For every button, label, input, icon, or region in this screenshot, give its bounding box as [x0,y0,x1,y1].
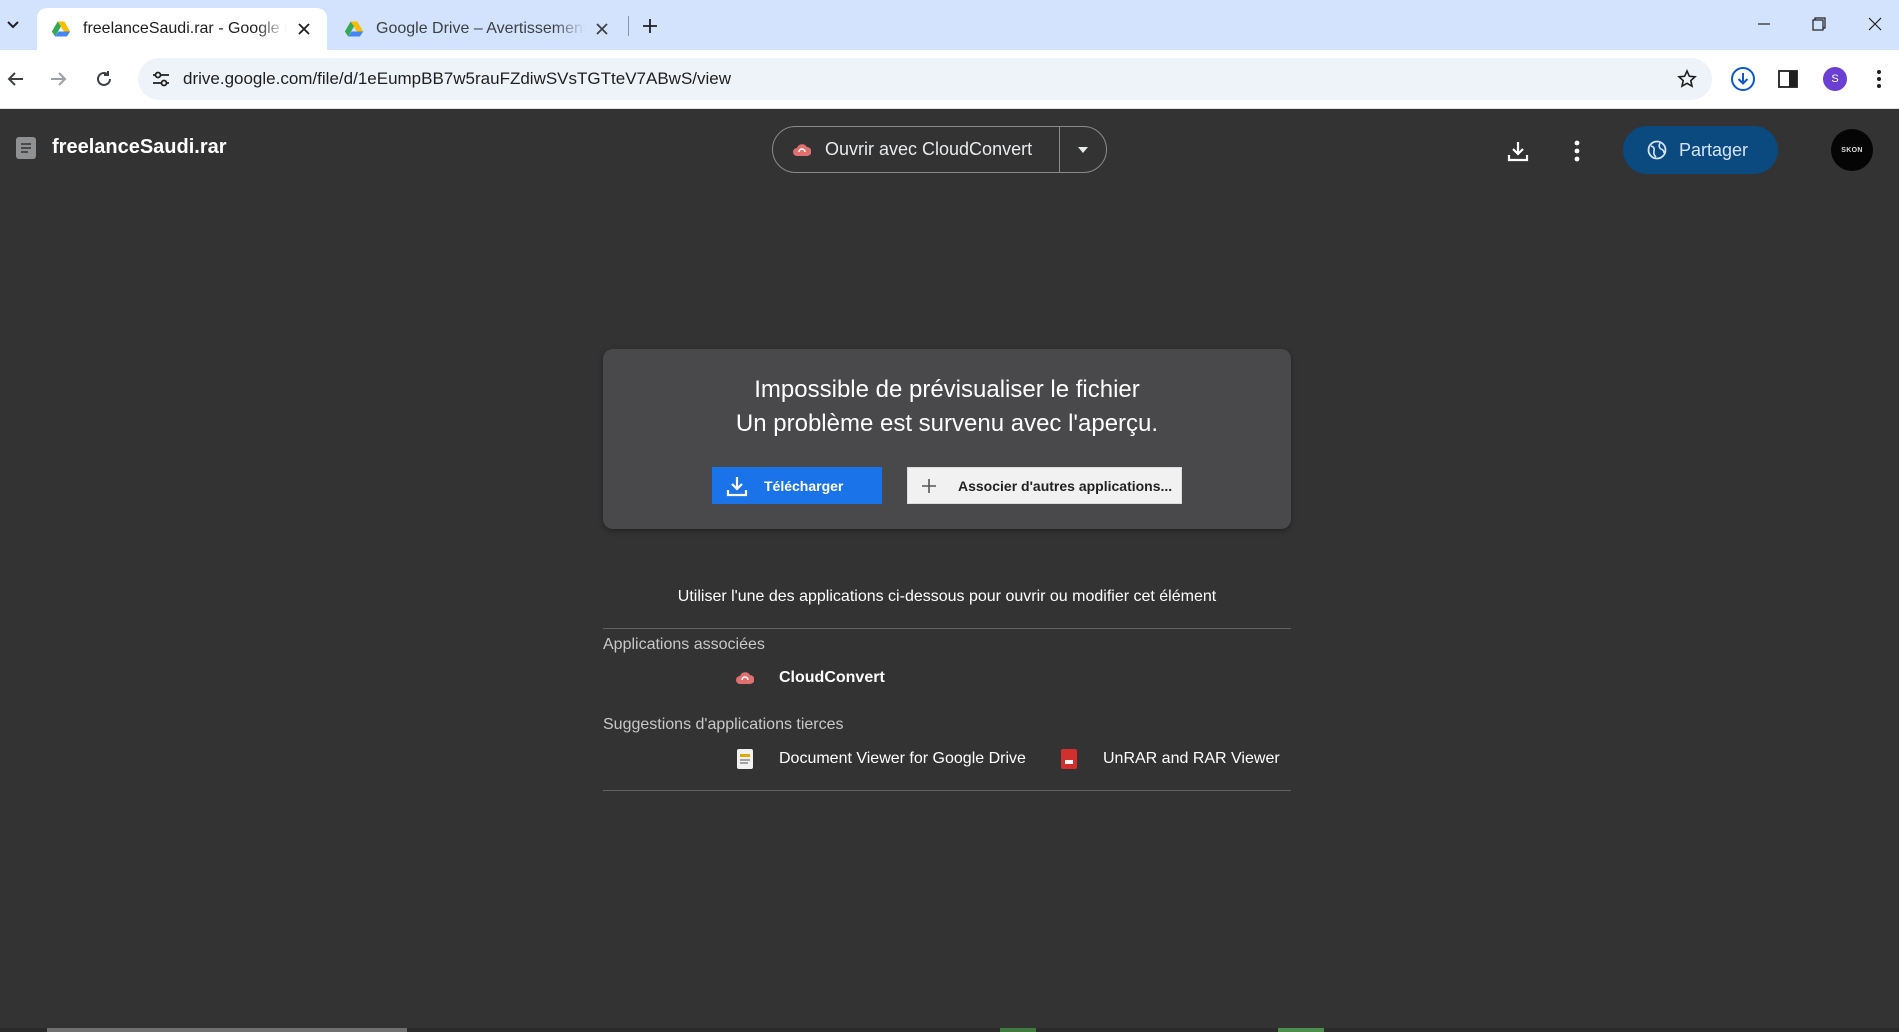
google-drive-icon [51,21,71,37]
drive-viewer-header: freelanceSaudi.rar Ouvrir avec CloudConv… [0,109,1899,189]
cloudconvert-icon [793,143,811,156]
forward-arrow-icon[interactable] [42,63,74,95]
taskbar-edge [0,1028,1899,1032]
downloads-icon[interactable] [1727,63,1759,95]
app-item-document-viewer[interactable]: Document Viewer for Google Drive [735,749,1026,769]
associate-apps-button[interactable]: Associer d'autres applications... [907,467,1182,504]
taskbar-segment [47,1028,407,1032]
google-drive-icon [344,21,364,37]
file-name-title: freelanceSaudi.rar [52,136,227,158]
browser-tab-strip: freelanceSaudi.rar - Google Drive Google… [0,0,1899,50]
taskbar-segment [1000,1028,1036,1032]
tab-title: Google Drive – Avertissement de [376,20,585,37]
side-panel-icon[interactable] [1772,63,1804,95]
url-text: drive.google.com/file/d/1eEumpBB7w5rauFZ… [183,69,732,88]
minimize-icon[interactable] [1742,6,1786,42]
app-name: Document Viewer for Google Drive [779,750,1026,767]
apps-intro-text: Utiliser l'une des applications ci-desso… [677,588,1217,605]
archive-file-icon [15,137,37,159]
bookmark-star-icon[interactable] [1672,64,1702,94]
browser-toolbar: drive.google.com/file/d/1eEumpBB7w5rauFZ… [0,50,1899,109]
restore-icon[interactable] [1797,6,1841,42]
site-info-tune-icon[interactable] [146,64,176,94]
taskbar-segment [1278,1028,1324,1032]
download-button[interactable]: Télécharger [712,467,882,504]
reload-icon[interactable] [88,63,120,95]
tab-divider [628,16,629,36]
unrar-viewer-icon [1059,749,1079,769]
back-arrow-icon[interactable] [0,63,32,95]
open-with-dropdown-arrow-icon[interactable] [1060,127,1106,172]
open-with-label: Ouvrir avec CloudConvert [825,139,1033,159]
download-label: Télécharger [764,477,844,494]
download-icon[interactable] [1500,133,1536,169]
plus-icon [922,478,936,493]
associated-apps-heading: Applications associées [603,636,765,653]
document-viewer-icon [735,749,755,769]
suggested-apps-heading: Suggestions d'applications tierces [603,716,844,733]
associate-label: Associer d'autres applications... [958,477,1173,494]
open-with-cloudconvert-button[interactable]: Ouvrir avec CloudConvert [773,127,1060,172]
app-item-unrar-viewer[interactable]: UnRAR and RAR Viewer [1059,749,1280,769]
close-tab-icon[interactable] [293,18,315,40]
close-window-icon[interactable] [1853,6,1897,42]
tab-drive-warning[interactable]: Google Drive – Avertissement de [330,8,625,50]
profile-avatar[interactable]: S [1819,63,1851,95]
divider [603,790,1291,791]
browser-menu-kebab-icon[interactable] [1863,63,1895,95]
tab-search-chevron-icon[interactable] [2,12,24,38]
tab-title: freelanceSaudi.rar - Google Drive [83,20,287,37]
app-name: CloudConvert [779,669,885,686]
share-label: Partager [1679,139,1749,160]
share-button[interactable]: Partager [1623,126,1778,174]
download-icon [726,476,748,496]
globe-icon [1647,140,1667,160]
cloudconvert-icon [735,668,755,688]
more-actions-kebab-icon[interactable] [1559,133,1595,169]
error-title: Impossible de prévisualiser le fichier [754,376,1140,403]
new-tab-plus-icon[interactable] [636,12,664,40]
close-tab-icon[interactable] [591,18,613,40]
divider [603,628,1291,629]
app-item-cloudconvert[interactable]: CloudConvert [735,668,885,688]
account-avatar[interactable]: SKON [1831,129,1873,171]
error-subtitle: Un problème est survenu avec l'aperçu. [735,410,1159,437]
tab-drive-file[interactable]: freelanceSaudi.rar - Google Drive [37,8,327,50]
preview-error-card: Impossible de prévisualiser le fichier U… [603,349,1291,529]
address-bar[interactable]: drive.google.com/file/d/1eEumpBB7w5rauFZ… [138,58,1712,100]
account-avatar-label: SKON [1841,146,1863,154]
app-name: UnRAR and RAR Viewer [1103,750,1280,767]
open-with-split-button: Ouvrir avec CloudConvert [772,126,1107,173]
